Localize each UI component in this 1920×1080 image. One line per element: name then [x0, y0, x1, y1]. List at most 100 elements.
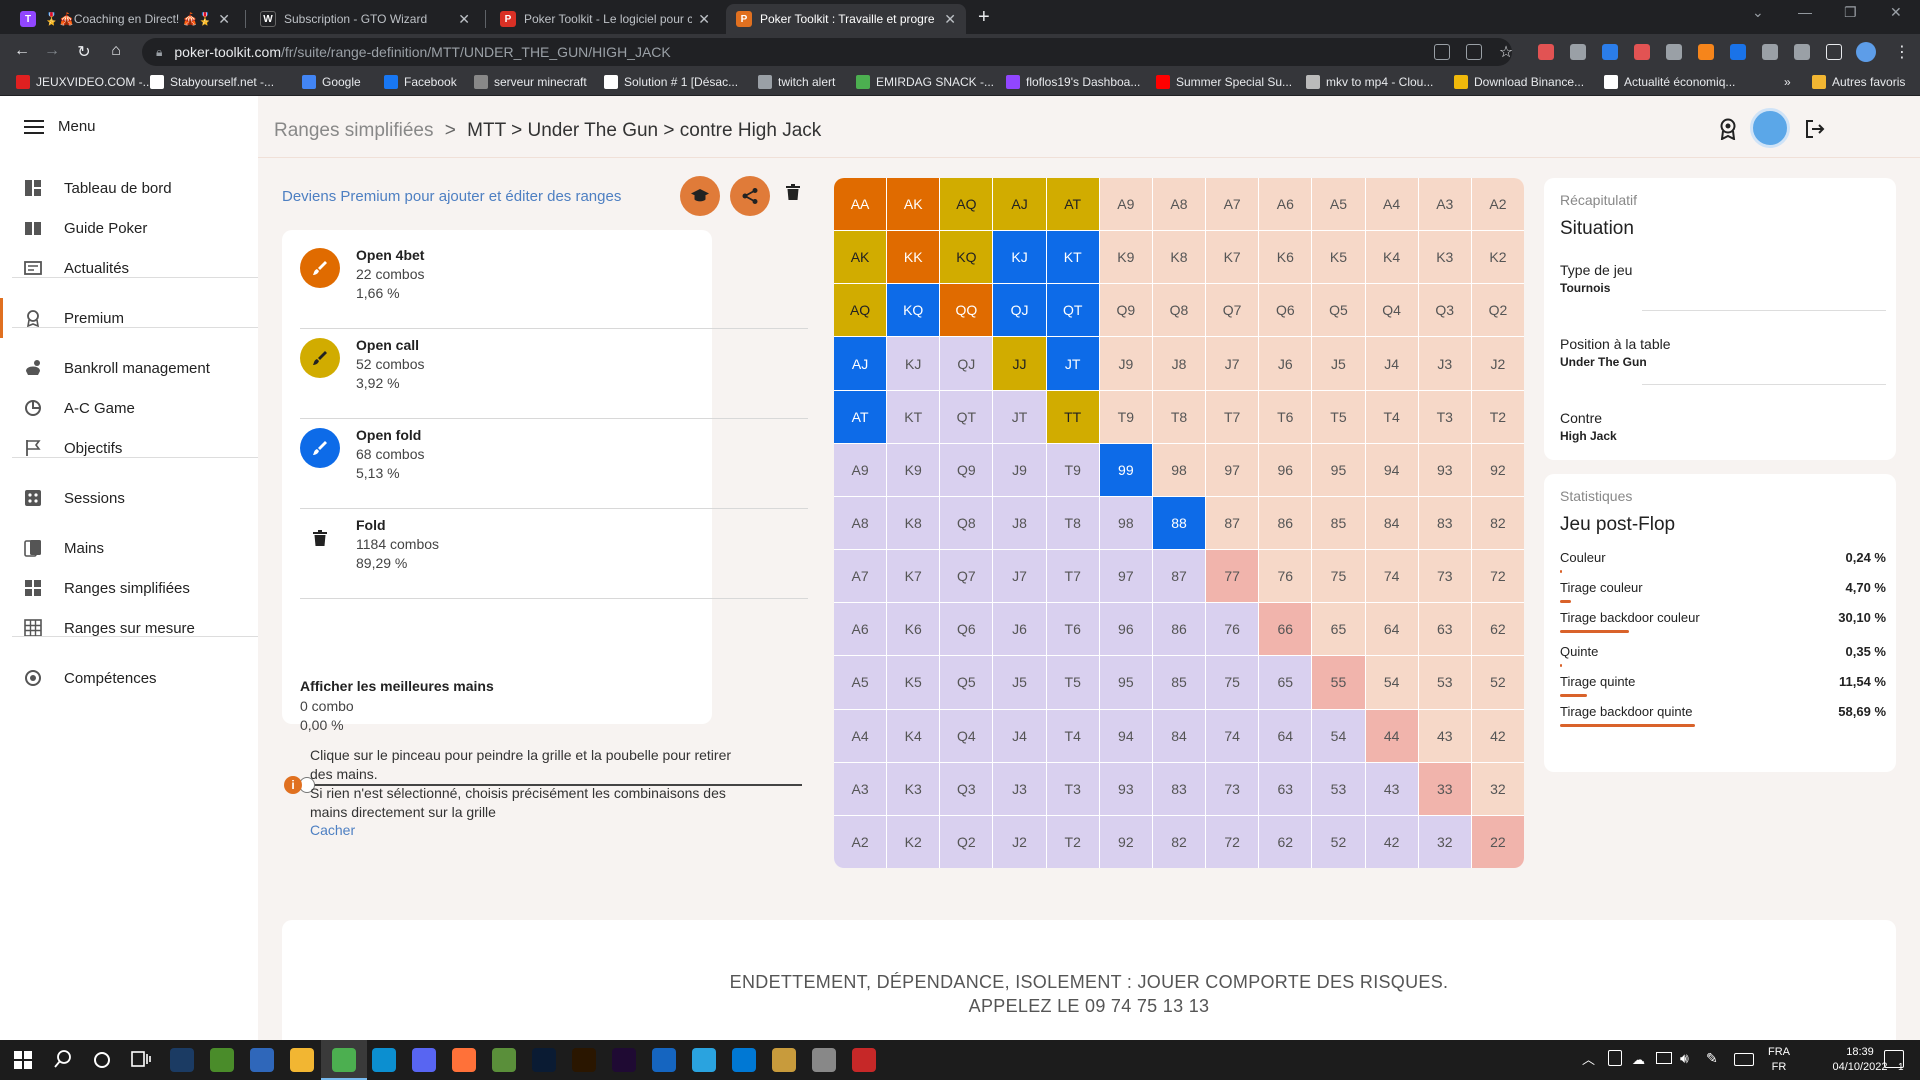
vegas-icon[interactable] — [652, 1048, 676, 1072]
hand-cell-a4[interactable]: A4 — [1365, 178, 1418, 231]
hand-cell-k4[interactable]: K4 — [1365, 231, 1418, 284]
hand-cell-q7[interactable]: Q7 — [1206, 284, 1259, 337]
hand-cell-a5o[interactable]: A5 — [834, 656, 887, 709]
metamask-icon[interactable] — [1698, 44, 1714, 60]
hand-cell-q6[interactable]: Q6 — [1259, 284, 1312, 337]
hand-cell-33[interactable]: 33 — [1418, 762, 1471, 815]
hand-cell-k9[interactable]: K9 — [1099, 231, 1152, 284]
hand-cell-kqo[interactable]: KQ — [887, 284, 940, 337]
hand-cell-j7o[interactable]: J7 — [993, 550, 1046, 603]
hand-cell-32o[interactable]: 32 — [1418, 815, 1471, 868]
hand-cell-k8o[interactable]: K8 — [887, 496, 940, 550]
onedrive-icon[interactable]: ☁ — [1632, 1052, 1645, 1067]
hand-cell-a5[interactable]: A5 — [1312, 178, 1365, 231]
hand-cell-63o[interactable]: 63 — [1259, 762, 1312, 815]
hand-cell-95[interactable]: 95 — [1312, 443, 1365, 496]
hand-cell-jt[interactable]: JT — [1046, 337, 1099, 390]
hand-cell-98o[interactable]: 98 — [1099, 496, 1152, 550]
action-row-open-call[interactable]: Open call 52 combos 3,92 % — [300, 336, 800, 393]
share-icon[interactable] — [1466, 44, 1482, 60]
hand-cell-53[interactable]: 53 — [1418, 656, 1471, 709]
hand-cell-j9[interactable]: J9 — [1099, 337, 1152, 390]
network-icon[interactable] — [1656, 1052, 1672, 1064]
more-menu-icon[interactable]: ⋮ — [1892, 42, 1912, 62]
premium-upgrade-link[interactable]: Deviens Premium pour ajouter et éditer d… — [282, 188, 621, 205]
hand-cell-63[interactable]: 63 — [1418, 603, 1471, 656]
browser-tab-active[interactable]: P Poker Toolkit : Travaille et progre ✕ — [726, 4, 966, 34]
hand-cell-98[interactable]: 98 — [1152, 443, 1206, 496]
hand-cell-a6o[interactable]: A6 — [834, 603, 887, 656]
bookmark-star-icon[interactable]: ☆ — [1496, 42, 1516, 62]
hand-cell-94[interactable]: 94 — [1365, 443, 1418, 496]
hand-cell-62[interactable]: 62 — [1471, 603, 1524, 656]
hand-cell-j5o[interactable]: J5 — [993, 656, 1046, 709]
hand-cell-54[interactable]: 54 — [1365, 656, 1418, 709]
hand-cell-95o[interactable]: 95 — [1099, 656, 1152, 709]
sidebar-item-ranges-simplifi-es[interactable]: Ranges simplifiées — [0, 568, 258, 608]
hand-cell-a3o[interactable]: A3 — [834, 762, 887, 815]
hand-cell-84[interactable]: 84 — [1365, 496, 1418, 550]
premiere-icon[interactable] — [612, 1048, 636, 1072]
bookmark-item[interactable]: Google — [302, 75, 361, 89]
bookmark-item[interactable]: Actualité économiq... — [1604, 75, 1735, 89]
hand-cell-t9o[interactable]: T9 — [1046, 443, 1099, 496]
hand-cell-a2o[interactable]: A2 — [834, 815, 887, 868]
hand-cell-86[interactable]: 86 — [1259, 496, 1312, 550]
hand-cell-a8o[interactable]: A8 — [834, 496, 887, 550]
sidebar-item-mains[interactable]: Mains — [0, 528, 258, 568]
reload-icon[interactable]: ↻ — [74, 42, 94, 62]
other-bookmarks-folder[interactable]: Autres favoris — [1812, 75, 1905, 89]
sidebar-item-tableau-de-bord[interactable]: Tableau de bord — [0, 168, 258, 208]
trash-icon[interactable] — [300, 518, 340, 558]
close-tab-icon[interactable]: ✕ — [698, 11, 710, 28]
sidebar-item-comp-tences[interactable]: Compétences — [0, 658, 258, 698]
hand-cell-q5o[interactable]: Q5 — [940, 656, 993, 709]
hand-cell-64[interactable]: 64 — [1365, 603, 1418, 656]
hand-cell-j4[interactable]: J4 — [1365, 337, 1418, 390]
bookmark-item[interactable]: Download Binance... — [1454, 75, 1584, 89]
extension-icon[interactable] — [1538, 44, 1554, 60]
sidebar-item-ranges-sur-mesure[interactable]: Ranges sur mesure — [0, 608, 258, 648]
paintbrush-icon[interactable] — [300, 338, 340, 378]
hand-cell-k6[interactable]: K6 — [1259, 231, 1312, 284]
hand-cell-k5o[interactable]: K5 — [887, 656, 940, 709]
hand-cell-tt[interactable]: TT — [1046, 390, 1099, 443]
hand-cell-t3o[interactable]: T3 — [1046, 762, 1099, 815]
hand-cell-83[interactable]: 83 — [1418, 496, 1471, 550]
hand-cell-92o[interactable]: 92 — [1099, 815, 1152, 868]
winamax-icon[interactable] — [852, 1048, 876, 1072]
hand-cell-53o[interactable]: 53 — [1312, 762, 1365, 815]
hand-cell-t5o[interactable]: T5 — [1046, 656, 1099, 709]
hand-cell-a7[interactable]: A7 — [1206, 178, 1259, 231]
hand-cell-43o[interactable]: 43 — [1365, 762, 1418, 815]
hand-cell-aq[interactable]: AQ — [940, 178, 993, 231]
sidebar-item-actualit-s[interactable]: Actualités — [0, 248, 258, 288]
hand-cell-t4o[interactable]: T4 — [1046, 709, 1099, 762]
hand-cell-t9[interactable]: T9 — [1099, 390, 1152, 443]
home-icon[interactable]: ⌂ — [106, 42, 126, 60]
hand-cell-kj[interactable]: KJ — [993, 231, 1046, 284]
extension-icon[interactable] — [1602, 44, 1618, 60]
hand-cell-jj[interactable]: JJ — [993, 337, 1046, 390]
hand-cell-q7o[interactable]: Q7 — [940, 550, 993, 603]
chrome-icon[interactable] — [332, 1048, 356, 1072]
hand-cell-k4o[interactable]: K4 — [887, 709, 940, 762]
hand-cell-a3[interactable]: A3 — [1418, 178, 1471, 231]
hand-cell-a7o[interactable]: A7 — [834, 550, 887, 603]
hand-cell-kjo[interactable]: KJ — [887, 337, 940, 390]
hand-cell-52o[interactable]: 52 — [1312, 815, 1365, 868]
discord-icon[interactable] — [412, 1048, 436, 1072]
hand-cell-t8[interactable]: T8 — [1152, 390, 1206, 443]
hand-cell-t4[interactable]: T4 — [1365, 390, 1418, 443]
hand-cell-77[interactable]: 77 — [1206, 550, 1259, 603]
hand-cell-a8[interactable]: A8 — [1152, 178, 1206, 231]
hand-cell-65[interactable]: 65 — [1312, 603, 1365, 656]
hand-cell-t6[interactable]: T6 — [1259, 390, 1312, 443]
hand-cell-42[interactable]: 42 — [1471, 709, 1524, 762]
sidebar-item-a-c-game[interactable]: A-C Game — [0, 388, 258, 428]
hand-cell-ato[interactable]: AT — [834, 390, 887, 443]
menu-toggle[interactable]: Menu — [24, 118, 96, 135]
minecraft-icon[interactable] — [210, 1048, 234, 1072]
close-tab-icon[interactable]: ✕ — [944, 11, 956, 28]
back-icon[interactable]: ← — [12, 42, 32, 60]
